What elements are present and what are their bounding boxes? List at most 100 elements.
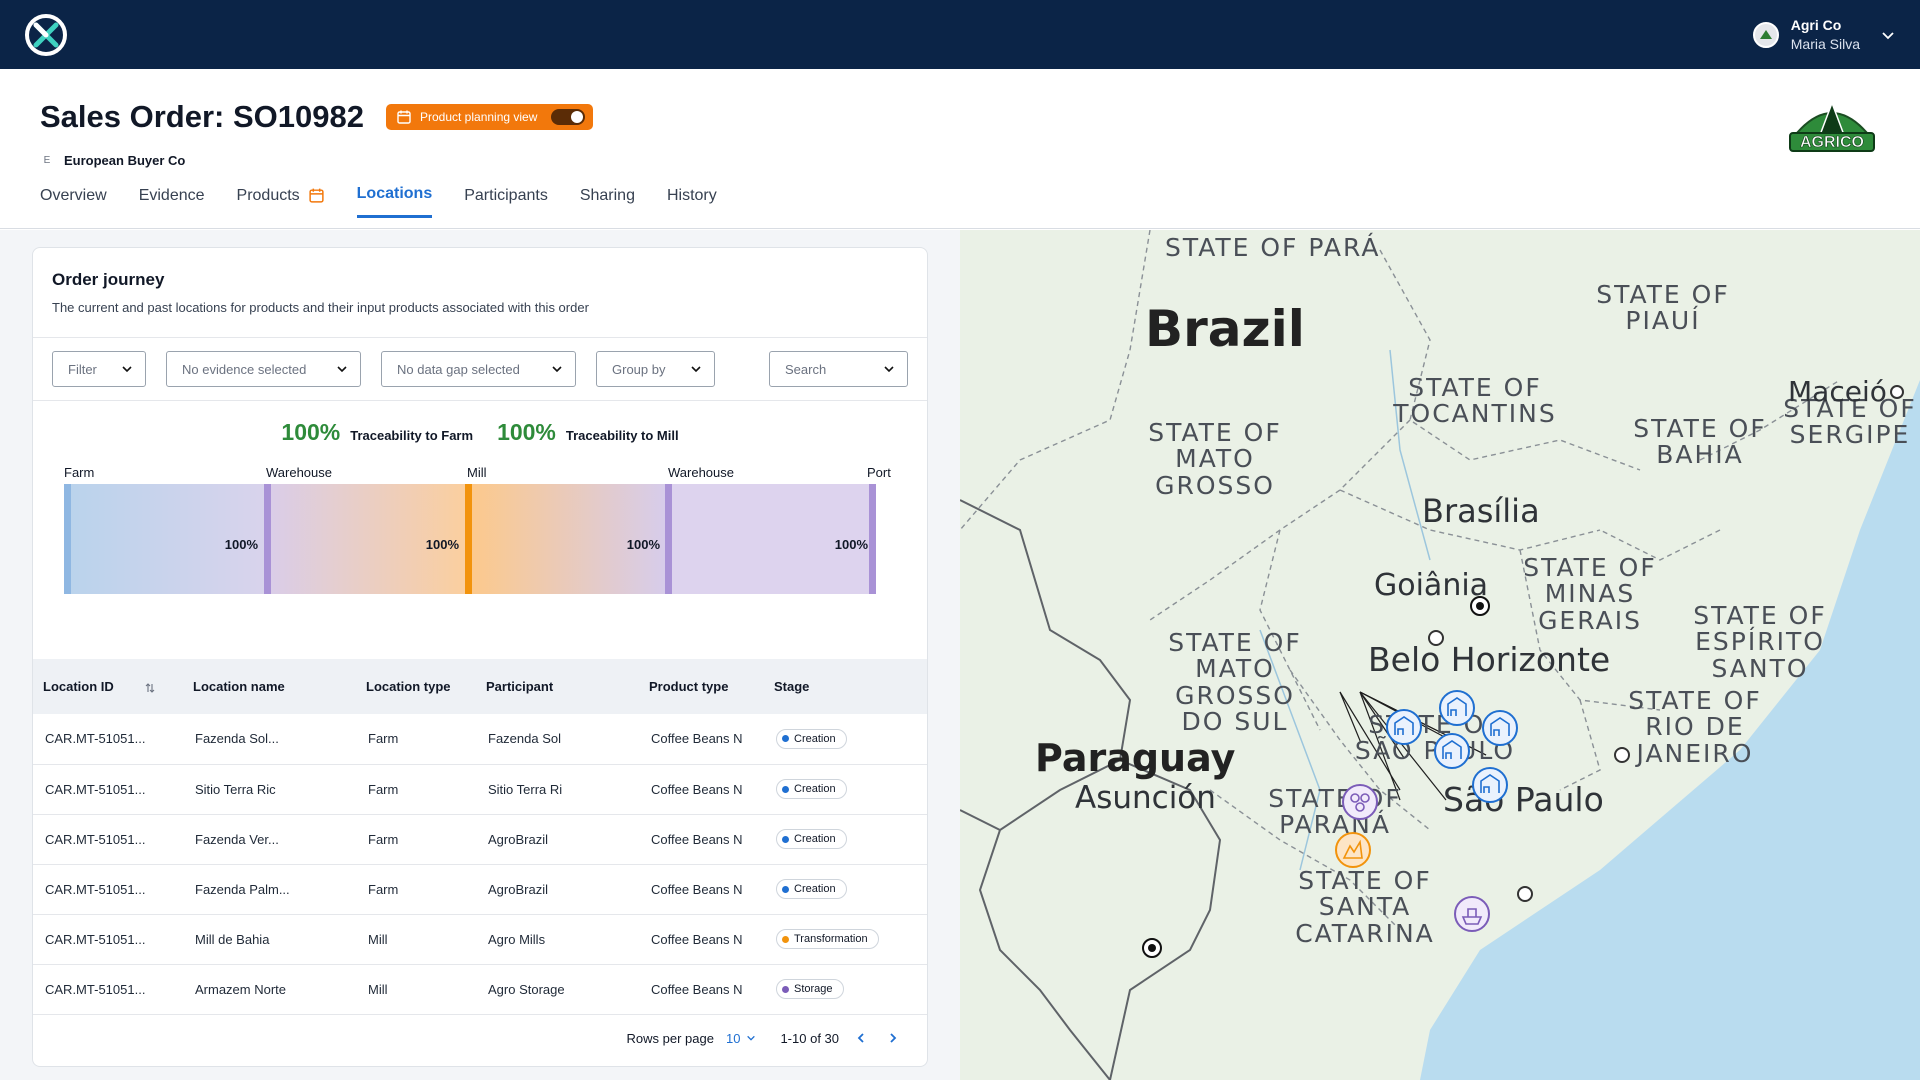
city-marker-sao-paulo [1517, 886, 1533, 902]
segment-warehouse-mill: 100% [266, 484, 467, 594]
traceability-chart: 100% Traceability to Farm 100% Traceabil… [33, 401, 927, 659]
warehouse-location-marker[interactable] [1472, 767, 1508, 803]
left-panel: Order journey The current and past locat… [0, 230, 960, 1080]
table-row[interactable]: CAR.MT-51051... Fazenda Sol... Farm Fazenda… [33, 714, 927, 765]
participant-cell: AgroBrazil [476, 864, 639, 915]
chevron-down-icon [552, 366, 562, 373]
warehouse-location-marker[interactable] [1386, 709, 1422, 745]
svg-text:AGRICO: AGRICO [1800, 134, 1864, 151]
locations-map[interactable]: STATE OF PARÁ STATE OF PIAUÍ STATE OF TO… [960, 230, 1920, 1080]
column-header-location-type[interactable]: Location type [356, 659, 476, 714]
tab-locations[interactable]: Locations [356, 185, 433, 218]
product-type-cell: Coffee Beans N [639, 714, 764, 765]
chevron-down-icon[interactable] [1880, 27, 1896, 43]
mill-location-marker[interactable] [1335, 832, 1371, 868]
column-header-location-id[interactable]: Location ID [33, 659, 183, 714]
stage-badge: Creation [776, 728, 847, 749]
location-name-cell: Mill de Bahia [183, 914, 356, 965]
participant-cell: Agro Mills [476, 914, 639, 965]
city-marker-belo-horizonte [1614, 747, 1630, 763]
location-name-cell: Armazem Norte [183, 964, 356, 1015]
page-header: Sales Order: SO10982 Product planning vi… [0, 69, 1920, 229]
next-page-button[interactable] [883, 1028, 903, 1048]
product-planning-toggle[interactable]: Product planning view [385, 104, 594, 130]
stage-dot-icon [782, 785, 789, 793]
location-type-cell: Farm [356, 714, 476, 765]
location-id-cell: CAR.MT-51051... [33, 814, 183, 865]
order-journey-card: Order journey The current and past locat… [32, 247, 928, 1067]
page-range: 1-10 of 30 [780, 1030, 839, 1046]
tab-evidence[interactable]: Evidence [139, 185, 205, 218]
stage-cell: Storage [764, 964, 927, 1015]
location-id-cell: CAR.MT-51051... [33, 714, 183, 765]
tab-history[interactable]: History [667, 185, 717, 218]
product-type-cell: Coffee Beans N [639, 864, 764, 915]
location-name-cell: Sitio Terra Ric [183, 764, 356, 815]
tab-products[interactable]: Products [237, 185, 325, 218]
location-name-cell: Fazenda Ver... [183, 814, 356, 865]
stage-label: Creation [794, 732, 836, 745]
app-logo-icon[interactable] [24, 13, 68, 57]
filter-dropdown[interactable]: Filter [52, 351, 146, 387]
table-row[interactable]: CAR.MT-51051... Armazem Norte Mill Agro Sto… [33, 964, 927, 1015]
evidence-dropdown[interactable]: No evidence selected [166, 351, 361, 387]
buyer-badge: E [43, 155, 51, 166]
previous-page-button[interactable] [851, 1028, 871, 1048]
planning-switch[interactable] [551, 109, 586, 125]
rows-per-page-label: Rows per page [626, 1030, 714, 1046]
warehouse-location-marker[interactable] [1439, 690, 1475, 726]
column-header-stage[interactable]: Stage [764, 659, 927, 714]
participant-cell: Fazenda Sol [476, 714, 639, 765]
buyer-info: E European Buyer Co [40, 153, 186, 168]
capital-marker-asuncion [1142, 938, 1162, 958]
location-type-cell: Farm [356, 764, 476, 815]
company-avatar-icon [1759, 29, 1772, 39]
warehouse-location-marker[interactable] [1482, 710, 1518, 746]
stage-marker-warehouse-2 [665, 484, 672, 594]
chevron-down-icon [122, 366, 132, 373]
port-location-marker[interactable] [1454, 896, 1490, 932]
segment-mill-warehouse: 100% [467, 484, 668, 594]
table-row[interactable]: CAR.MT-51051... Mill de Bahia Mill Agro Mil… [33, 914, 927, 965]
traceability-farm-stat: 100% Traceability to Farm [281, 419, 474, 445]
tab-participants[interactable]: Participants [464, 185, 548, 218]
account-menu[interactable]: Agri Co Maria Silva [1752, 16, 1896, 52]
column-header-product-type[interactable]: Product type [639, 659, 764, 714]
chevron-down-icon [691, 366, 701, 373]
tab-sharing[interactable]: Sharing [580, 185, 635, 218]
location-name-cell: Fazenda Palm... [183, 864, 356, 915]
column-header-location-name[interactable]: Location name [183, 659, 356, 714]
search-dropdown[interactable]: Search [769, 351, 908, 387]
stage-cell: Transformation [764, 914, 927, 965]
data-gap-dropdown[interactable]: No data gap selected [381, 351, 576, 387]
location-cluster-marker[interactable] [1342, 784, 1378, 820]
location-id-cell: CAR.MT-51051... [33, 864, 183, 915]
stage-label-warehouse: Warehouse [266, 465, 332, 480]
stage-cell: Creation [764, 764, 927, 815]
stage-label: Creation [794, 883, 836, 895]
stage-label: Creation [794, 833, 836, 845]
location-type-cell: Mill [356, 914, 476, 965]
stage-dot-icon [782, 735, 789, 743]
table-row[interactable]: CAR.MT-51051... Fazenda Palm... Farm AgroBr… [33, 864, 927, 915]
chevron-right-icon [890, 1033, 897, 1043]
group-by-dropdown[interactable]: Group by [596, 351, 715, 387]
location-name-cell: Fazenda Sol... [183, 714, 356, 765]
agrico-logo: AGRICO [1789, 100, 1875, 152]
sort-icon[interactable] [144, 682, 156, 694]
product-type-cell: Coffee Beans N [639, 814, 764, 865]
location-id-cell: CAR.MT-51051... [33, 764, 183, 815]
chevron-down-icon [337, 366, 347, 373]
participant-cell: Sitio Terra Ri [476, 764, 639, 815]
locations-table: Location ID Location name Location type … [33, 659, 927, 1015]
tab-overview[interactable]: Overview [40, 185, 107, 218]
warehouse-location-marker[interactable] [1434, 733, 1470, 769]
stage-dot-icon [782, 935, 789, 943]
column-header-participant[interactable]: Participant [476, 659, 639, 714]
stage-marker-mill [465, 484, 472, 594]
rows-per-page-select[interactable]: 10 [726, 1031, 756, 1046]
table-row[interactable]: CAR.MT-51051... Fazenda Ver... Farm AgroBra… [33, 814, 927, 865]
stage-label-farm: Farm [64, 465, 95, 480]
stage-marker-farm [64, 484, 71, 594]
table-row[interactable]: CAR.MT-51051... Sitio Terra Ric Farm Sitio … [33, 764, 927, 815]
